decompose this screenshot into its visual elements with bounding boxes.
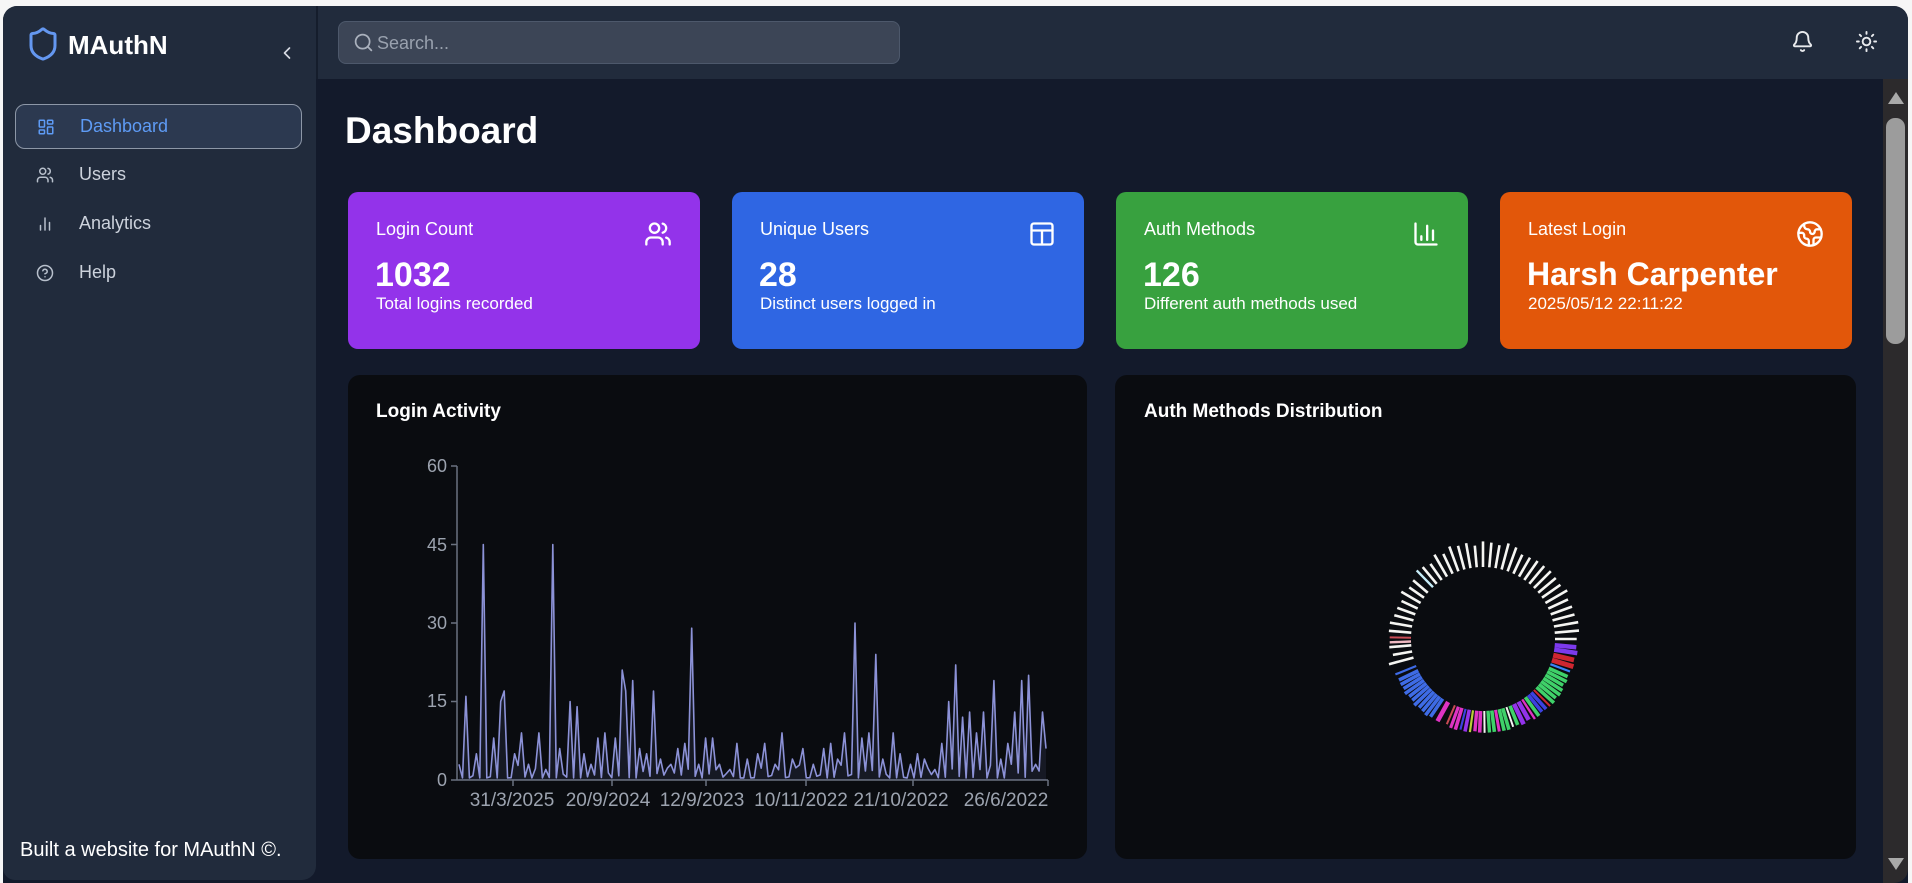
- svg-text:45: 45: [427, 535, 447, 555]
- svg-text:26/6/2022: 26/6/2022: [964, 790, 1049, 811]
- svg-text:31/3/2025: 31/3/2025: [470, 790, 555, 811]
- svg-text:12/9/2023: 12/9/2023: [660, 790, 745, 811]
- svg-text:21/10/2022: 21/10/2022: [853, 790, 948, 811]
- svg-text:15: 15: [427, 691, 447, 711]
- svg-text:0: 0: [437, 770, 447, 790]
- svg-text:60: 60: [427, 456, 447, 476]
- svg-text:30: 30: [427, 613, 447, 633]
- svg-text:10/11/2022: 10/11/2022: [754, 790, 848, 811]
- svg-text:20/9/2024: 20/9/2024: [566, 790, 651, 811]
